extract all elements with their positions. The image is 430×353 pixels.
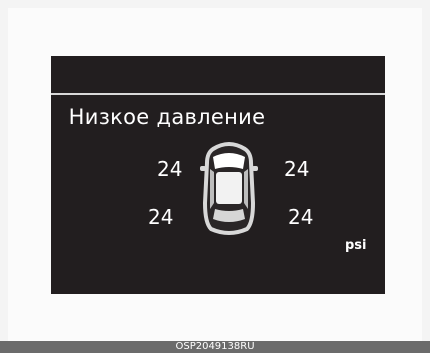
tire-pressure-rear-left: 24 bbox=[148, 205, 174, 229]
figure-code: OSP2049138RU bbox=[0, 341, 430, 353]
tire-pressure-rear-right: 24 bbox=[288, 205, 314, 229]
display-top-bar bbox=[51, 56, 385, 95]
tire-pressure-front-left: 24 bbox=[157, 157, 183, 181]
pressure-unit-label: psi bbox=[345, 238, 367, 253]
tire-pressure-front-right: 24 bbox=[284, 157, 310, 181]
low-pressure-title: Низкое давление bbox=[68, 105, 266, 129]
car-top-view-icon bbox=[200, 142, 258, 235]
